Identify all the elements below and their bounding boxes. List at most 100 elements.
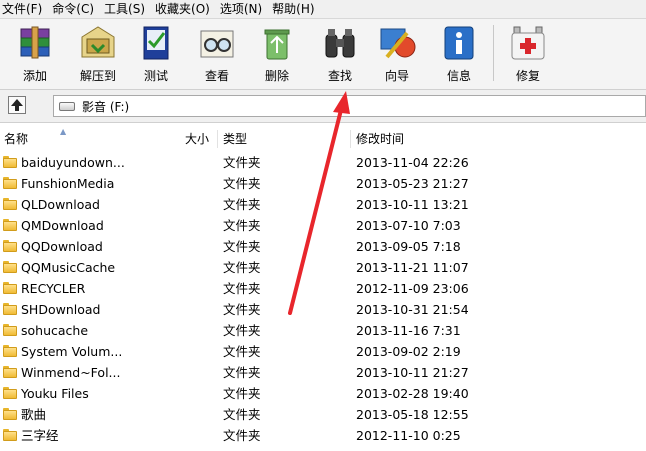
file-row[interactable]: 三字经 文件夹 2012-11-10 0:25 [0, 425, 646, 446]
folder-icon [3, 219, 17, 231]
add-archive-icon [20, 26, 50, 59]
file-name: QQDownload [21, 239, 103, 254]
folder-icon [3, 156, 17, 168]
file-type: 文件夹 [223, 218, 261, 233]
view-glasses-icon [200, 30, 234, 58]
column-modified[interactable]: 修改时间 [356, 128, 404, 150]
file-row[interactable]: QLDownload 文件夹 2013-10-11 13:21 [0, 194, 646, 215]
info-button[interactable]: 信息 [441, 21, 477, 85]
find-button[interactable]: 查找 [320, 21, 360, 85]
delete-button[interactable]: 删除 [259, 21, 295, 85]
file-type: 文件夹 [223, 239, 261, 254]
file-modified: 2013-07-10 7:03 [356, 218, 461, 233]
menu-options[interactable]: 选项(N) [215, 0, 267, 18]
file-name: System Volum... [21, 344, 123, 359]
file-type: 文件夹 [223, 281, 261, 296]
file-type: 文件夹 [223, 407, 261, 422]
file-modified: 2013-11-21 11:07 [356, 260, 469, 275]
file-modified: 2013-10-31 21:54 [356, 302, 469, 317]
drive-icon [59, 102, 75, 111]
file-name: QMDownload [21, 218, 104, 233]
address-field[interactable]: 影音 (F:) [53, 95, 646, 117]
file-row[interactable]: Youku Files 文件夹 2013-02-28 19:40 [0, 383, 646, 404]
address-path: 影音 (F:) [82, 100, 130, 114]
folder-icon [3, 345, 17, 357]
repair-kit-icon [511, 26, 545, 60]
folder-icon [3, 387, 17, 399]
find-label: 查找 [327, 69, 352, 83]
folder-icon [3, 408, 17, 420]
view-label: 查看 [204, 69, 229, 83]
file-modified: 2013-05-18 12:55 [356, 407, 469, 422]
file-row[interactable]: FunshionMedia 文件夹 2013-05-23 21:27 [0, 173, 646, 194]
info-label: 信息 [446, 69, 471, 83]
menu-help[interactable]: 帮助(H) [267, 0, 319, 18]
file-modified: 2013-09-02 2:19 [356, 344, 461, 359]
folder-icon [3, 282, 17, 294]
repair-button[interactable]: 修复 [508, 21, 548, 85]
folder-icon [3, 429, 17, 441]
extract-to-button[interactable]: 解压到 [73, 21, 123, 85]
file-row[interactable]: SHDownload 文件夹 2013-10-31 21:54 [0, 299, 646, 320]
file-type: 文件夹 [223, 323, 261, 338]
menu-commands[interactable]: 命令(C) [47, 0, 99, 18]
info-icon [444, 26, 474, 60]
column-divider[interactable] [217, 130, 218, 148]
file-row[interactable]: QQMusicCache 文件夹 2013-11-21 11:07 [0, 257, 646, 278]
file-row[interactable]: Winmend~Fol... 文件夹 2013-10-11 21:27 [0, 362, 646, 383]
column-size[interactable]: 大小 [185, 128, 209, 150]
column-header: ▲ 名称 大小 类型 修改时间 [0, 127, 646, 150]
file-modified: 2013-09-05 7:18 [356, 239, 461, 254]
menu-file[interactable]: 文件(F) [0, 0, 47, 18]
file-type: 文件夹 [223, 386, 261, 401]
file-list: baiduyundown... 文件夹 2013-11-04 22:26 Fun… [0, 152, 646, 446]
menu-bar: 文件(F) 命令(C) 工具(S) 收藏夹(O) 选项(N) 帮助(H) [0, 0, 646, 19]
file-type: 文件夹 [223, 302, 261, 317]
delete-recycle-icon [264, 29, 290, 60]
test-label: 测试 [143, 69, 168, 83]
file-name: sohucache [21, 323, 89, 338]
test-button[interactable]: 测试 [138, 21, 174, 85]
file-row[interactable]: 歌曲 文件夹 2013-05-18 12:55 [0, 404, 646, 425]
file-type: 文件夹 [223, 197, 261, 212]
column-type[interactable]: 类型 [223, 128, 247, 150]
toolbar: 添加 解压到 测试 查看 删除 查找 向导 信息 修复 [0, 19, 646, 90]
folder-icon [3, 198, 17, 210]
file-type: 文件夹 [223, 176, 261, 191]
folder-icon [3, 240, 17, 252]
file-row[interactable]: baiduyundown... 文件夹 2013-11-04 22:26 [0, 152, 646, 173]
file-modified: 2012-11-10 0:25 [356, 428, 461, 443]
file-row[interactable]: QMDownload 文件夹 2013-07-10 7:03 [0, 215, 646, 236]
menu-favorites[interactable]: 收藏夹(O) [150, 0, 215, 18]
sort-ascending-icon: ▲ [60, 127, 67, 136]
file-row[interactable]: RECYCLER 文件夹 2012-11-09 23:06 [0, 278, 646, 299]
toolbar-separator [493, 25, 494, 81]
file-modified: 2012-11-09 23:06 [356, 281, 469, 296]
file-name: Winmend~Fol... [21, 365, 121, 380]
column-name[interactable]: 名称 [4, 128, 28, 150]
file-modified: 2013-10-11 21:27 [356, 365, 469, 380]
add-button[interactable]: 添加 [12, 21, 58, 85]
folder-icon [3, 303, 17, 315]
up-folder-button[interactable] [8, 96, 26, 114]
file-name: SHDownload [21, 302, 101, 317]
file-row[interactable]: QQDownload 文件夹 2013-09-05 7:18 [0, 236, 646, 257]
file-name: Youku Files [21, 386, 89, 401]
file-modified: 2013-11-16 7:31 [356, 323, 461, 338]
test-archive-icon [143, 26, 169, 60]
column-divider[interactable] [350, 130, 351, 148]
menu-tools[interactable]: 工具(S) [99, 0, 150, 18]
address-bar: 影音 (F:) [0, 90, 646, 123]
file-name: QQMusicCache [21, 260, 116, 275]
file-type: 文件夹 [223, 344, 261, 359]
file-modified: 2013-02-28 19:40 [356, 386, 469, 401]
view-button[interactable]: 查看 [196, 21, 238, 85]
file-row[interactable]: sohucache 文件夹 2013-11-16 7:31 [0, 320, 646, 341]
file-modified: 2013-10-11 13:21 [356, 197, 469, 212]
repair-label: 修复 [515, 69, 540, 83]
wizard-button[interactable]: 向导 [374, 21, 420, 85]
folder-icon [3, 366, 17, 378]
file-row[interactable]: System Volum... 文件夹 2013-09-02 2:19 [0, 341, 646, 362]
file-name: QLDownload [21, 197, 100, 212]
file-modified: 2013-11-04 22:26 [356, 155, 469, 170]
